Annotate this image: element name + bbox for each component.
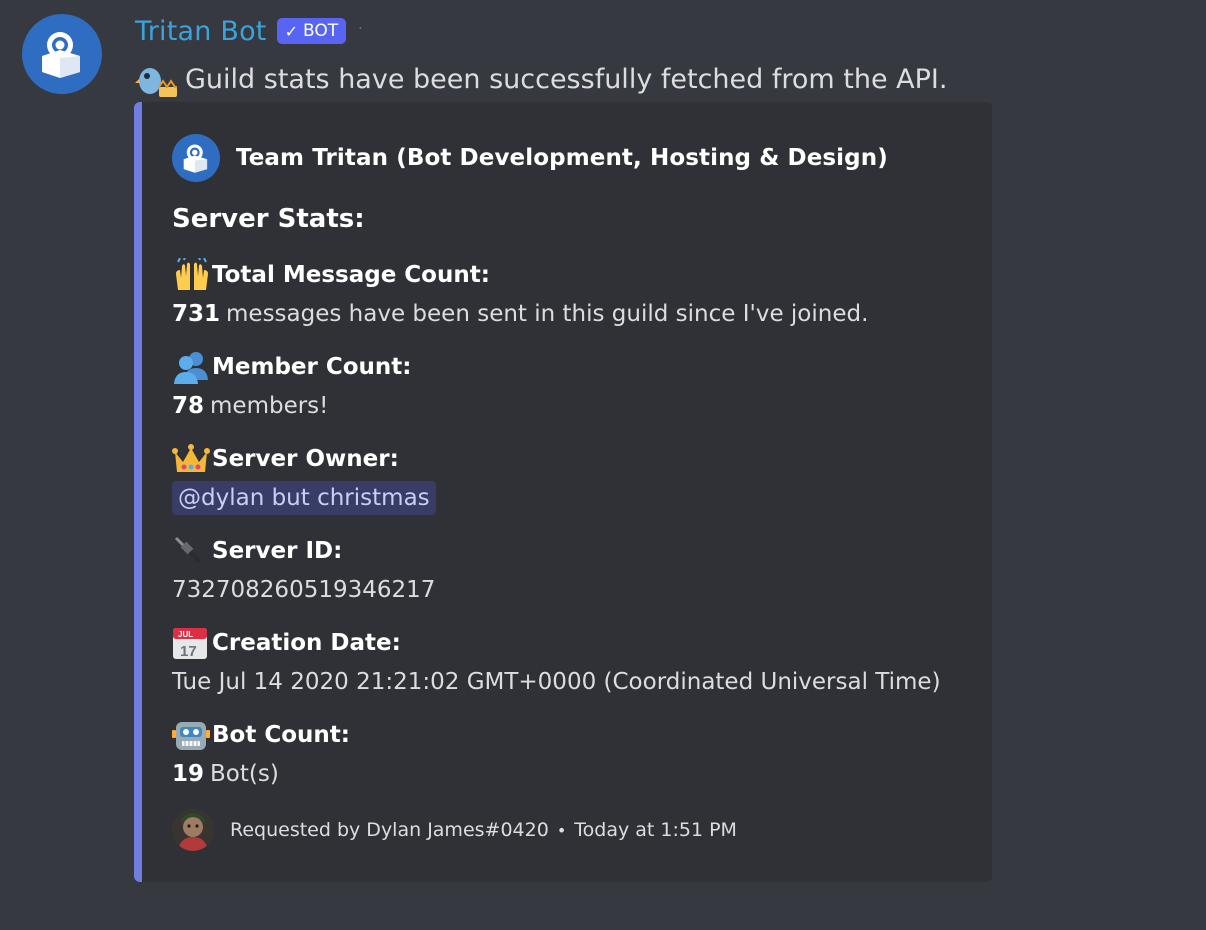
field-server-id: Server ID: 732708260519346217 [172, 534, 435, 606]
field-bot-count: Bot Count: 19 Bot(s) [172, 718, 350, 790]
message-content: Guild stats have been successfully fetch… [135, 58, 947, 100]
footer-separator: • [556, 820, 567, 840]
creation-date-value: Tue Jul 14 2020 21:21:02 GMT+0000 (Coord… [172, 669, 941, 695]
owner-mention[interactable]: @dylan but christmas [172, 481, 436, 515]
bot-avatar[interactable] [22, 14, 102, 94]
embed-author-icon [172, 134, 220, 182]
embed-footer: Requested by Dylan James#0420 • Today at… [172, 808, 737, 852]
parrot-emoji-icon [135, 59, 179, 99]
calendar-month: JUL [178, 630, 193, 639]
field-name: Server Owner: [212, 446, 399, 472]
busts-icon [172, 350, 212, 384]
verified-check-icon: ✓ [284, 21, 298, 41]
raising-hands-icon [172, 256, 212, 292]
plug-icon [172, 534, 212, 568]
calendar-day: 17 [180, 643, 197, 660]
member-count: 78 [172, 393, 205, 419]
embed-title: Server Stats: [172, 204, 365, 234]
field-server-owner: Server Owner: @dylan but christmas [172, 442, 436, 515]
footer-requested-by: Requested by Dylan James#0420 [230, 819, 549, 841]
field-creation-date: JUL 17 Creation Date: Tue Jul 14 2020 21… [172, 626, 941, 698]
footer-timestamp: Today at 1:51 PM [574, 819, 737, 841]
calendar-icon: JUL 17 [172, 626, 212, 660]
message-header: Tritan Bot ✓ BOT · [135, 12, 363, 50]
field-value: Tue Jul 14 2020 21:21:02 GMT+0000 (Coord… [172, 666, 941, 698]
stats-embed: Team Tritan (Bot Development, Hosting & … [134, 102, 992, 882]
username[interactable]: Tritan Bot [135, 16, 267, 47]
field-value: 19 Bot(s) [172, 761, 279, 787]
field-name: Total Message Count: [212, 262, 490, 288]
message-text: Guild stats have been successfully fetch… [185, 63, 948, 95]
field-name: Member Count: [212, 354, 412, 380]
field-name: Bot Count: [212, 722, 350, 748]
crown-icon [172, 442, 212, 476]
chat-message: Tritan Bot ✓ BOT · Guild stats have been… [0, 0, 1206, 930]
requester-avatar[interactable] [172, 809, 214, 851]
tritan-logo-icon [42, 32, 80, 78]
robot-icon [172, 718, 212, 752]
field-value: @dylan but christmas [172, 481, 436, 515]
server-id-value: 732708260519346217 [172, 577, 436, 603]
dot-marker: · [358, 21, 363, 37]
field-name: Server ID: [212, 538, 343, 564]
field-value: 78 members! [172, 393, 329, 419]
bot-tag: ✓ BOT [276, 18, 347, 44]
field-name: Creation Date: [212, 630, 401, 656]
field-value: 731 messages have been sent in this guil… [172, 301, 869, 327]
message-count: 731 [172, 301, 221, 327]
tritan-logo-icon [183, 144, 208, 173]
bot-tag-label: BOT [303, 21, 339, 41]
field-value: 732708260519346217 [172, 574, 435, 606]
field-total-message-count: Total Message Count: 731 messages have b… [172, 256, 869, 330]
field-member-count: Member Count: 78 members! [172, 350, 412, 422]
embed-author: Team Tritan (Bot Development, Hosting & … [172, 134, 888, 182]
embed-author-name[interactable]: Team Tritan (Bot Development, Hosting & … [236, 145, 888, 171]
bot-count: 19 [172, 761, 205, 787]
